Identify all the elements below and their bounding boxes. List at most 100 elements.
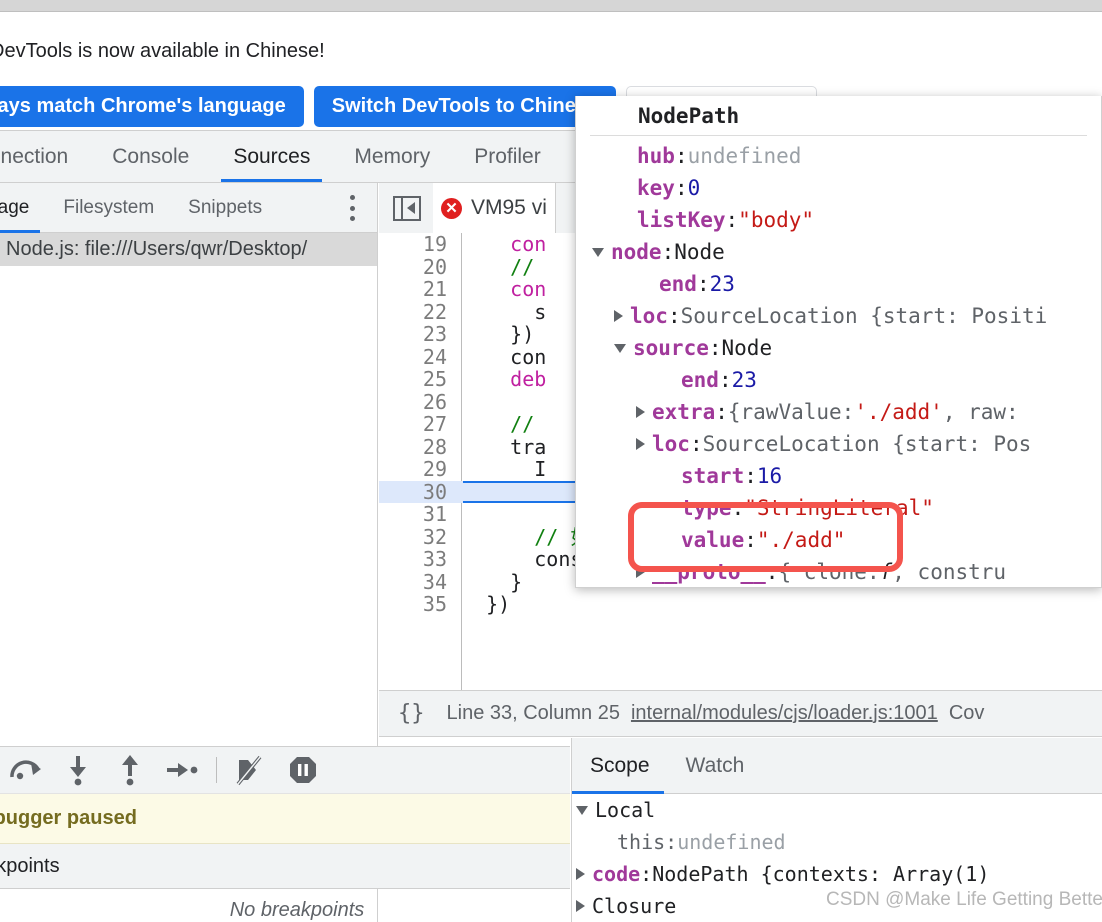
line-number: 21 [422,277,447,301]
error-circle-icon: ✕ [441,197,462,219]
tree-row[interactable]: key: 0 [576,172,1101,204]
tab-connection-label: Connection [0,144,69,168]
chevron-right-icon[interactable] [636,438,645,450]
popup-property-tree: hub: undefined key: 0 listKey: "body" node:… [576,136,1101,587]
tree-row[interactable]: loc: SourceLocation {start: Positi [576,300,1101,332]
property-value: NodePath {contexts: Array(1) [652,862,990,886]
tree-row[interactable]: type: "StringLiteral" [576,492,1101,524]
step-out-button[interactable] [156,746,208,794]
tree-row[interactable]: Local [572,794,1102,826]
tree-row[interactable]: code: NodePath {contexts: Array(1) [572,858,1102,890]
coverage-label: Cov [948,702,985,724]
property-value: : [744,528,757,552]
tree-row[interactable]: end: 23 [576,268,1101,300]
chevron-right-icon[interactable] [576,868,585,880]
property-name: loc [630,304,668,328]
debugger-paused-banner: Debugger paused [0,794,570,844]
nav-tab-page[interactable]: Page [0,183,46,233]
always-match-language-button[interactable]: Always match Chrome's language [0,86,304,127]
breakpoints-section-header[interactable]: Breakpoints [0,844,570,889]
watermark-label: CSDN @Make Life Getting Better [826,889,1102,910]
tree-row[interactable]: listKey: "body" [576,204,1101,236]
chevron-down-icon[interactable] [576,805,588,815]
navigator-file-tree: Node.js: file:///Users/qwr/Desktop/ [0,233,378,690]
code-token: }) [462,593,511,616]
collapse-sidebar-icon[interactable] [393,195,421,221]
tree-row[interactable]: __proto__: { clone: f, constru [576,556,1101,587]
tree-row[interactable]: node: Node [576,236,1101,268]
tree-row[interactable]: source: Node [576,332,1101,364]
property-value: : [731,496,745,520]
tree-row[interactable]: loc: SourceLocation {start: Pos [576,428,1101,460]
tree-row[interactable]: this: undefined [572,826,1102,858]
tab-scope-label: Scope [590,753,650,777]
chevron-right-icon[interactable] [636,406,645,418]
banner-message: DevTools is now available in Chinese! [0,40,325,62]
pause-on-exceptions-button[interactable] [277,746,329,794]
property-value: undefined [677,830,786,854]
chevron-right-icon[interactable] [576,900,585,912]
nav-tab-filesystem-label: Filesystem [63,196,155,218]
resume-button[interactable] [0,746,52,794]
step-into-button[interactable] [104,746,156,794]
nav-tab-filesystem[interactable]: Filesystem [46,183,171,233]
editor-tab-vm95[interactable]: ✕ VM95 vi [433,183,556,233]
line-number: 33 [422,547,447,571]
tab-memory[interactable]: Memory [332,131,452,182]
tree-row[interactable]: end: 23 [576,364,1101,396]
tab-console[interactable]: Console [90,131,211,182]
code-token: }) [462,323,535,346]
chevron-down-icon[interactable] [592,247,604,257]
pretty-print-icon[interactable]: {} [398,701,425,726]
code-line[interactable]: 35 }) [379,593,1102,616]
line-number: 30 [422,479,447,504]
kebab-menu-icon[interactable] [349,195,355,221]
tree-row[interactable]: hub: undefined [576,140,1101,172]
tab-scope[interactable]: Scope [572,738,668,794]
tab-sources-label: Sources [233,144,311,168]
property-value: : [667,304,681,328]
editor-tab-vm95-label: VM95 vi [471,196,547,219]
line-number: 29 [422,457,447,481]
property-value: SourceLocation {start: Pos [702,432,1032,456]
popup-title: NodePath [590,96,1087,136]
source-location-link[interactable]: internal/modules/cjs/loader.js:1001 [631,702,938,725]
property-value: { clone: [778,560,880,584]
chevron-right-icon[interactable] [636,566,645,578]
line-number: 34 [422,569,447,594]
property-value: : [665,830,678,854]
code-token: s [462,300,547,323]
property-value: : [725,208,739,232]
property-name: start [681,464,745,488]
property-value: , constru [892,560,1007,584]
tree-row[interactable]: value: "./add" [576,524,1101,556]
tree-row[interactable]: start: 16 [576,460,1101,492]
nav-tab-page-label: Page [0,196,30,218]
property-name: type [681,496,732,520]
tree-row[interactable]: extra: {rawValue: './add', raw: [576,396,1101,428]
tab-watch-label: Watch [685,753,745,777]
code-token: I [462,458,547,481]
tab-watch[interactable]: Watch [668,738,763,794]
property-name: extra [652,400,716,424]
code-token: // [510,255,547,278]
code-token: con [462,345,547,368]
property-name: __proto__ [652,560,766,584]
tab-profiler[interactable]: Profiler [452,131,563,182]
breakpoints-header-label: Breakpoints [0,854,60,877]
nav-tab-snippets[interactable]: Snippets [171,183,279,233]
property-value: 23 [709,272,735,296]
tab-sources[interactable]: Sources [211,131,332,182]
deactivate-breakpoints-button[interactable] [225,746,277,794]
step-over-button[interactable] [52,746,104,794]
navigator-file-item[interactable]: Node.js: file:///Users/qwr/Desktop/ [0,233,377,266]
chevron-down-icon[interactable] [614,343,626,353]
switch-devtools-language-button[interactable]: Switch DevTools to Chinese [313,86,617,127]
chevron-right-icon[interactable] [614,310,623,322]
code-token: tra [462,435,547,458]
property-name: value [681,528,745,552]
property-value: SourceLocation {start: Positi [680,304,1048,328]
tab-connection[interactable]: Connection [0,131,90,182]
